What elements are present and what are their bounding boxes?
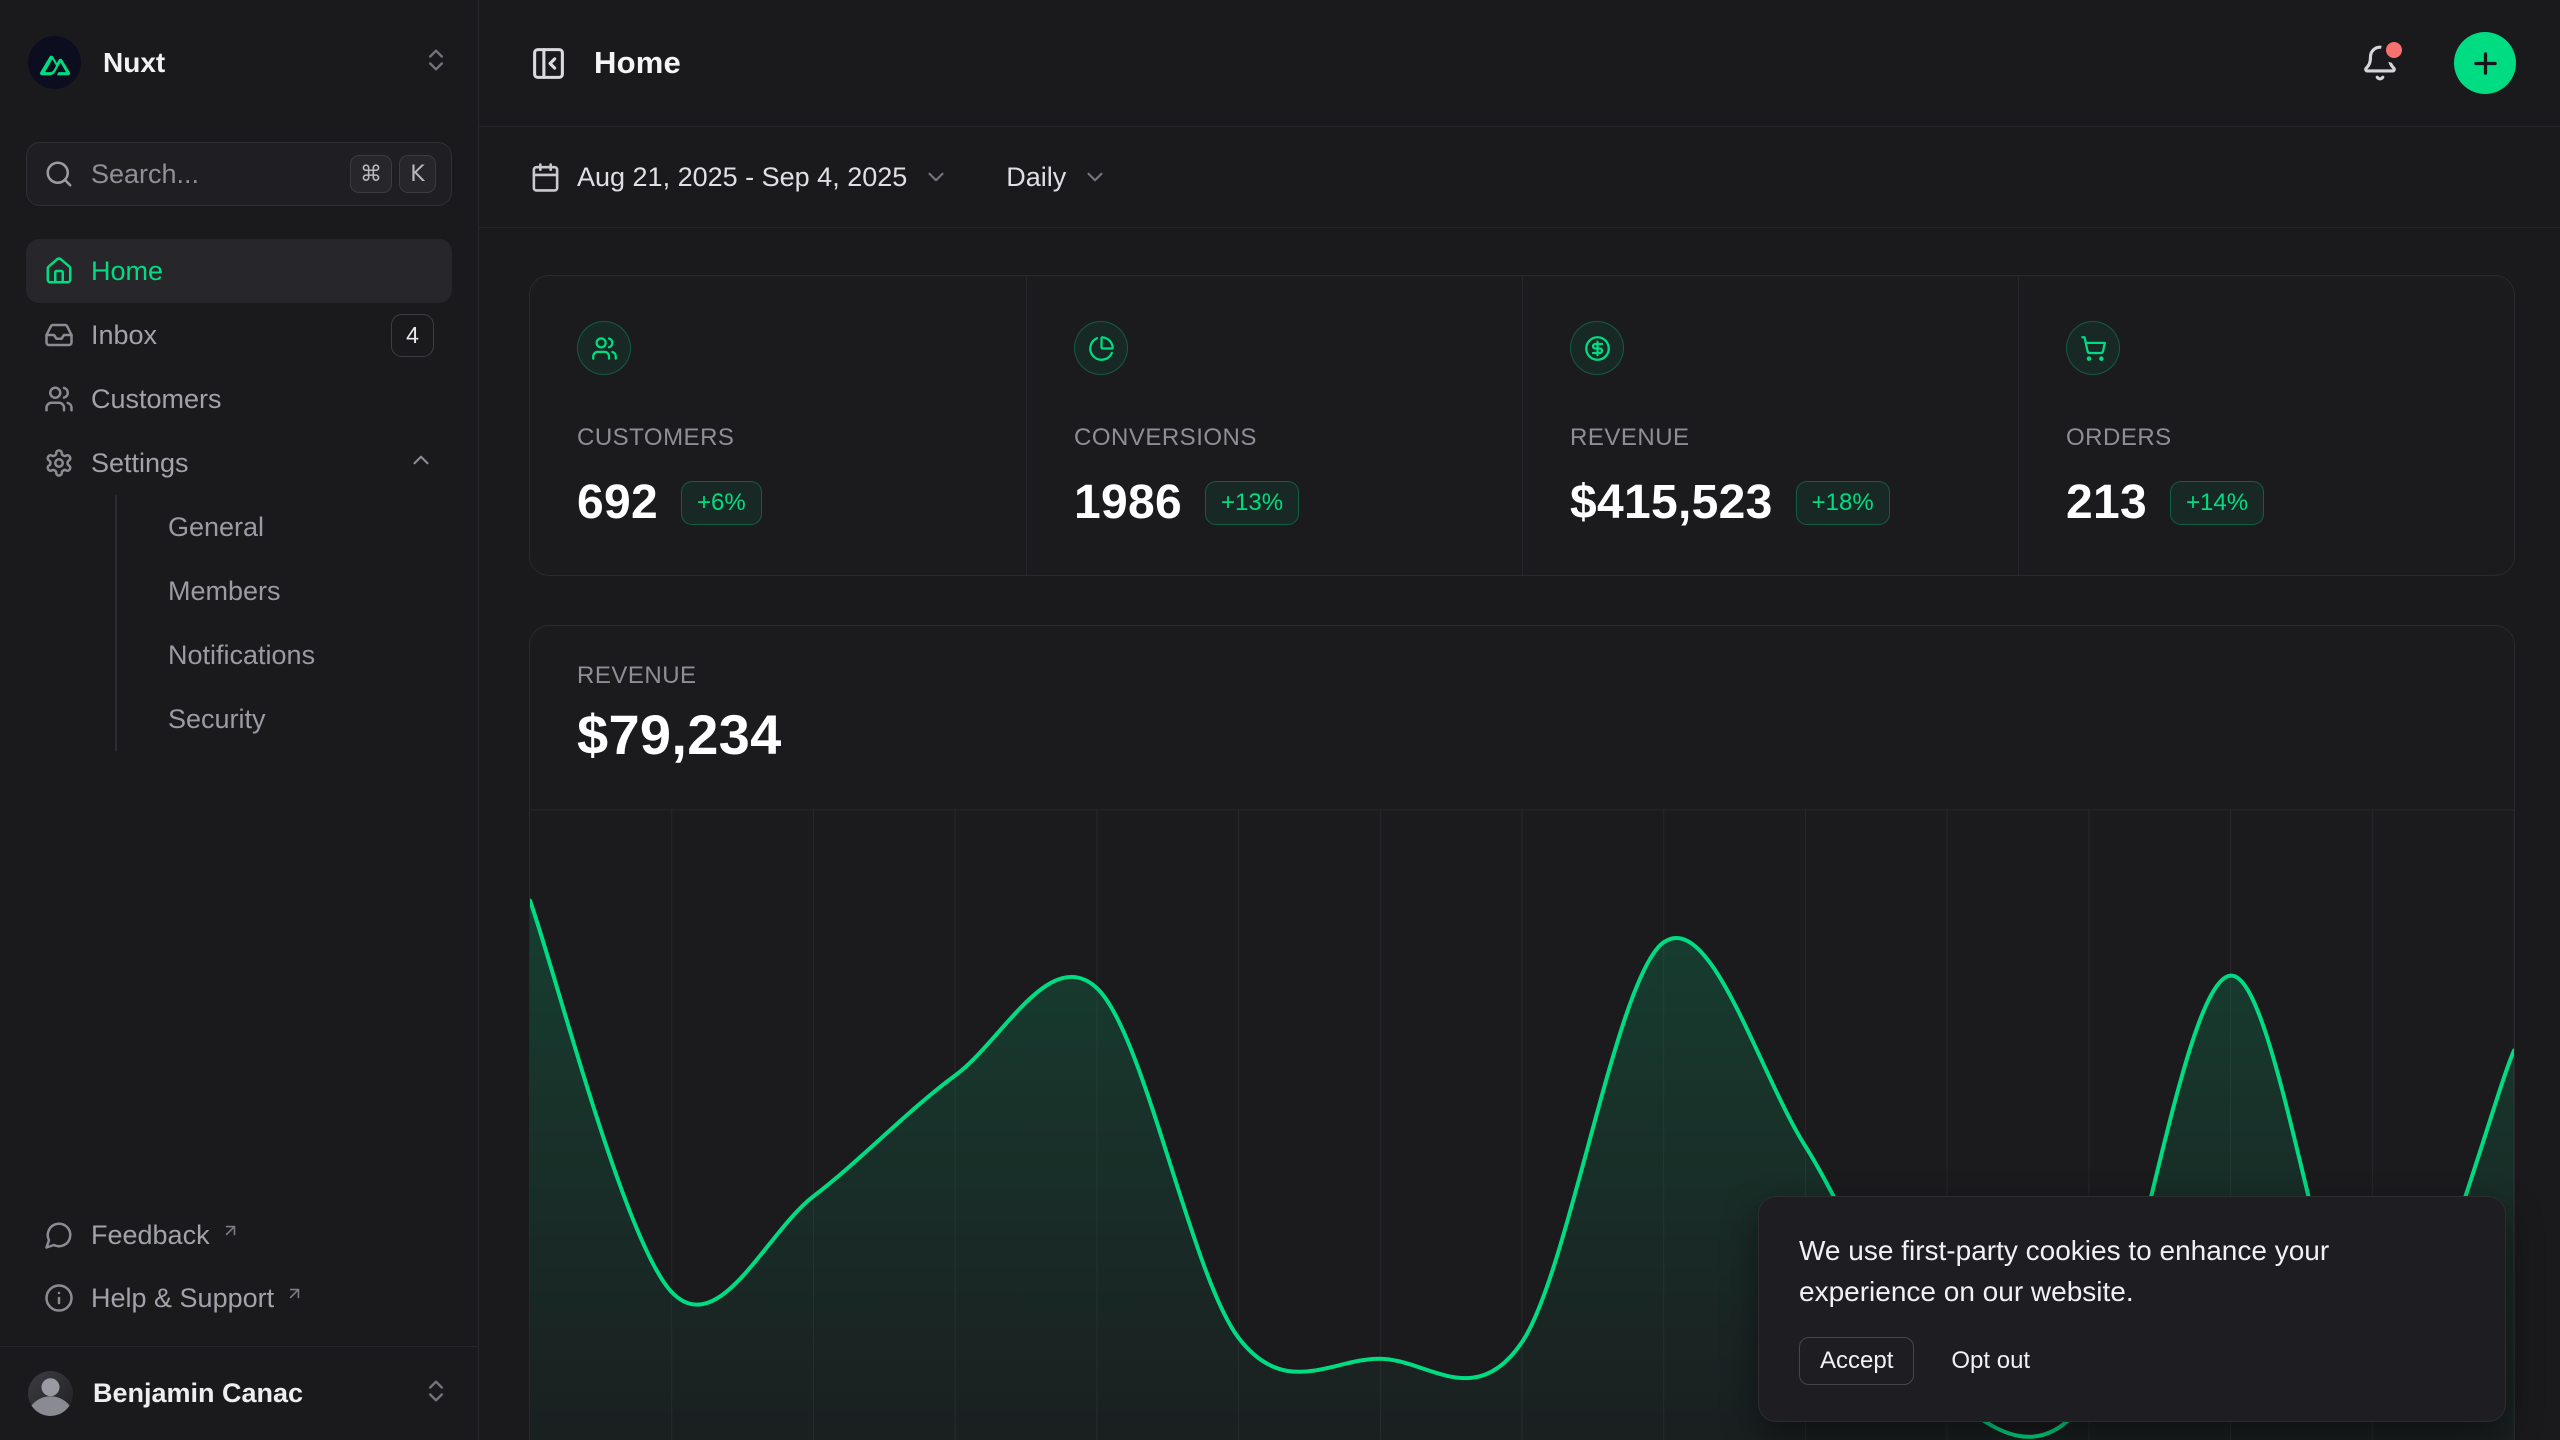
info-icon bbox=[44, 1283, 74, 1313]
search-input[interactable]: Search... ⌘ K bbox=[26, 142, 452, 206]
sidebar-subitem-members[interactable]: Members bbox=[168, 559, 452, 623]
calendar-icon bbox=[530, 162, 561, 193]
chevron-down-icon bbox=[923, 164, 949, 190]
stat-value: $415,523 bbox=[1570, 475, 1773, 530]
sidebar-nav: Home Inbox 4 Customers Settings GeneralMem… bbox=[26, 239, 452, 1208]
sidebar-item-home[interactable]: Home bbox=[26, 239, 452, 303]
chart-total: $79,234 bbox=[577, 702, 2467, 767]
kbd-k: K bbox=[399, 155, 436, 193]
chart-title: REVENUE bbox=[577, 662, 2467, 690]
sidebar-item-label: Settings bbox=[91, 448, 189, 479]
message-circle-icon bbox=[44, 1220, 74, 1250]
page-header: Home bbox=[479, 0, 2560, 127]
pie-chart-icon bbox=[1074, 321, 1128, 375]
add-button[interactable] bbox=[2454, 32, 2516, 94]
users-icon bbox=[577, 321, 631, 375]
stat-delta-badge: +18% bbox=[1796, 481, 1890, 525]
brand-name: Nuxt bbox=[103, 47, 400, 79]
stat-value: 213 bbox=[2066, 475, 2147, 530]
inbox-icon bbox=[44, 320, 74, 350]
user-menu[interactable]: Benjamin Canac bbox=[26, 1364, 452, 1422]
granularity-label: Daily bbox=[1006, 162, 1066, 193]
sidebar: Nuxt Search... ⌘ K Home Inbox 4 Customers… bbox=[0, 0, 479, 1440]
arrow-up-right-icon bbox=[221, 1216, 240, 1247]
sidebar-item-settings[interactable]: Settings bbox=[26, 431, 452, 495]
sidebar-link-feedback[interactable]: Feedback bbox=[26, 1208, 452, 1262]
inbox-count-badge: 4 bbox=[391, 314, 434, 357]
date-range-picker[interactable]: Aug 21, 2025 - Sep 4, 2025 bbox=[530, 162, 949, 193]
search-shortcut: ⌘ K bbox=[350, 155, 436, 193]
arrow-up-right-icon bbox=[285, 1279, 304, 1310]
stat-label: ORDERS bbox=[2066, 424, 2467, 452]
search-placeholder: Search... bbox=[91, 159, 333, 190]
kbd-cmd: ⌘ bbox=[350, 155, 392, 193]
user-avatar bbox=[28, 1371, 73, 1416]
search-icon bbox=[44, 159, 74, 189]
chevron-down-icon bbox=[1082, 164, 1108, 190]
stat-card-revenue[interactable]: REVENUE $415,523 +18% bbox=[1522, 276, 2018, 575]
plus-icon bbox=[2469, 47, 2502, 80]
team-switcher[interactable]: Nuxt bbox=[26, 36, 452, 89]
sidebar-item-customers[interactable]: Customers bbox=[26, 367, 452, 431]
granularity-select[interactable]: Daily bbox=[1006, 162, 1108, 193]
optout-cookies-button[interactable]: Opt out bbox=[1951, 1347, 2030, 1375]
accept-cookies-button[interactable]: Accept bbox=[1799, 1337, 1914, 1385]
sidebar-item-inbox[interactable]: Inbox 4 bbox=[26, 303, 452, 367]
sidebar-link-label: Feedback bbox=[91, 1220, 210, 1251]
chevrons-up-down-icon bbox=[422, 1377, 450, 1410]
stat-label: CONVERSIONS bbox=[1074, 424, 1475, 452]
stat-label: REVENUE bbox=[1570, 424, 1971, 452]
shopping-cart-icon bbox=[2066, 321, 2120, 375]
chart-header: REVENUE $79,234 bbox=[530, 626, 2514, 767]
nuxt-logo-icon bbox=[28, 36, 81, 89]
sidebar-subitem-general[interactable]: General bbox=[168, 495, 452, 559]
user-section: Benjamin Canac bbox=[0, 1346, 478, 1440]
notifications-button[interactable] bbox=[2361, 44, 2399, 82]
cookie-banner: We use first-party cookies to enhance yo… bbox=[1758, 1196, 2506, 1422]
stats-card: CUSTOMERS 692 +6% CONVERSIONS 1986 +13% … bbox=[529, 275, 2515, 576]
sidebar-item-label: Inbox bbox=[91, 320, 157, 351]
sidebar-subitem-security[interactable]: Security bbox=[168, 687, 452, 751]
sidebar-link-help-support[interactable]: Help & Support bbox=[26, 1271, 452, 1325]
toolbar: Aug 21, 2025 - Sep 4, 2025 Daily bbox=[479, 127, 2560, 228]
sidebar-item-label: Home bbox=[91, 256, 163, 287]
user-name: Benjamin Canac bbox=[93, 1378, 402, 1409]
home-icon bbox=[44, 256, 74, 286]
date-range-label: Aug 21, 2025 - Sep 4, 2025 bbox=[577, 162, 907, 193]
page-title: Home bbox=[594, 45, 681, 81]
chevrons-up-down-icon bbox=[422, 46, 450, 79]
settings-icon bbox=[44, 448, 74, 478]
sidebar-subitem-notifications[interactable]: Notifications bbox=[168, 623, 452, 687]
cookie-message: We use first-party cookies to enhance yo… bbox=[1799, 1230, 2465, 1312]
chevron-up-icon bbox=[408, 447, 434, 480]
stat-label: CUSTOMERS bbox=[577, 424, 979, 452]
sidebar-item-label: Customers bbox=[91, 384, 222, 415]
dollar-circle-icon bbox=[1570, 321, 1624, 375]
sidebar-subtree: GeneralMembersNotificationsSecurity bbox=[115, 495, 452, 751]
stat-delta-badge: +13% bbox=[1205, 481, 1299, 525]
stat-card-customers[interactable]: CUSTOMERS 692 +6% bbox=[530, 276, 1026, 575]
stat-delta-badge: +6% bbox=[681, 481, 762, 525]
panel-left-icon[interactable] bbox=[530, 45, 567, 82]
stat-delta-badge: +14% bbox=[2170, 481, 2264, 525]
sidebar-link-label: Help & Support bbox=[91, 1283, 274, 1314]
users-icon bbox=[44, 384, 74, 414]
stat-card-orders[interactable]: ORDERS 213 +14% bbox=[2018, 276, 2514, 575]
stat-value: 692 bbox=[577, 475, 658, 530]
stat-card-conversions[interactable]: CONVERSIONS 1986 +13% bbox=[1026, 276, 1522, 575]
sidebar-footer: Feedback Help & Support Benjamin Canac bbox=[26, 1208, 452, 1440]
stat-value: 1986 bbox=[1074, 475, 1182, 530]
notification-dot bbox=[2386, 42, 2402, 58]
